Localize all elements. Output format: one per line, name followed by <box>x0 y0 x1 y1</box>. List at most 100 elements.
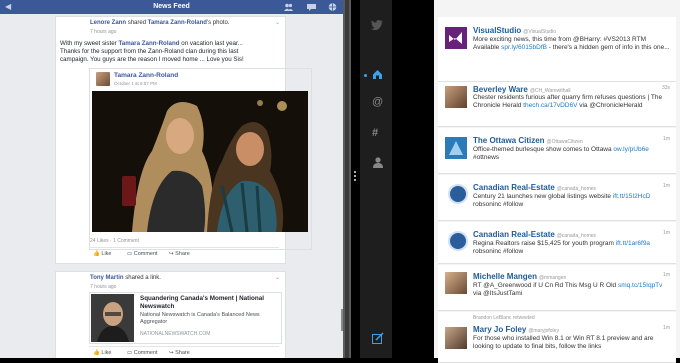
avatar[interactable] <box>445 27 467 49</box>
shared-owner-name[interactable]: Tamara Zann-Roland <box>114 72 178 79</box>
tweet-name[interactable]: The Ottawa Citizen <box>473 136 545 145</box>
mentions-icon[interactable]: @ <box>372 97 383 108</box>
tweet-link[interactable]: spr.ly/6015bDfB <box>501 44 547 51</box>
tweet-time: 1m <box>663 230 670 236</box>
tweet-name[interactable]: Beverley Ware <box>473 85 528 94</box>
tweet-link[interactable]: ift.tt/15I2HcD <box>613 193 651 200</box>
link-title[interactable]: Squandering Canada's Moment | National N… <box>140 295 278 310</box>
post-actions: 👍 Like ▭ Comment ↪ Share <box>89 346 279 358</box>
tweet[interactable]: The Ottawa Citizen @OttawaCitizen 1m Off… <box>438 128 676 174</box>
facebook-pane: ◀ News Feed Lenore Zann shared Tamara Za… <box>0 0 343 358</box>
active-indicator <box>364 74 367 77</box>
chevron-down-icon[interactable]: ⌄ <box>275 19 280 26</box>
tweet-author[interactable]: The Ottawa Citizen @OttawaCitizen <box>473 136 583 145</box>
link-description: National Newswatch is Canada's Balanced … <box>140 312 260 325</box>
tweet[interactable]: Michelle Mangen @mmangen 1m RT @A_Greenw… <box>438 265 676 311</box>
tweet-link[interactable]: thech.ca/17vDD6V <box>523 102 577 109</box>
post-counts[interactable]: 24 Likes · 1 Comment <box>90 238 139 244</box>
compose-icon[interactable] <box>372 332 384 346</box>
share-button[interactable]: ↪ Share <box>169 251 190 257</box>
post-owner[interactable]: Tamara Zann-Roland <box>148 20 207 26</box>
photo[interactable] <box>92 91 308 232</box>
tweet-link[interactable]: ow.ly/pUb6e <box>613 146 648 153</box>
tweet-text-part: Regina Realtors raise $15,425 for youth … <box>473 240 616 247</box>
tweet-handle[interactable]: @mmangen <box>539 275 566 281</box>
tweet-name[interactable]: Canadian Real-Estate <box>473 183 555 192</box>
split-grip[interactable] <box>353 170 358 184</box>
split-handle[interactable] <box>345 0 349 358</box>
shared-photo-card[interactable]: Tamara Zann-Roland October 1 at 6:57 PM <box>89 68 312 250</box>
tweet-text: More exciting news, this time from @BHar… <box>473 36 671 52</box>
link-thumbnail <box>91 294 134 342</box>
tweet-timeline: VisualStudio @VisualStudio More exciting… <box>434 0 680 363</box>
comment-icon: ▭ <box>127 350 133 356</box>
post-actor[interactable]: Lenore Zann <box>90 20 126 26</box>
profile-icon[interactable] <box>373 157 383 170</box>
tweet[interactable]: Canadian Real-Estate @canada_homes 1m Re… <box>438 222 676 264</box>
messages-icon[interactable] <box>307 3 316 11</box>
post-time[interactable]: 7 hours ago <box>90 29 116 35</box>
avatar[interactable] <box>448 184 468 204</box>
tweet-handle[interactable]: @maryjofoley <box>528 328 559 334</box>
home-icon[interactable] <box>372 69 383 82</box>
avatar[interactable] <box>448 231 468 251</box>
post-time[interactable]: 7 hours ago <box>90 284 116 290</box>
post-verb: shared <box>127 20 147 26</box>
tweet-name[interactable]: Michelle Mangen <box>473 272 537 281</box>
tweet-text: Century 21 launches new global listings … <box>473 193 671 209</box>
like-button[interactable]: 👍 Like <box>93 251 111 257</box>
tweet-author[interactable]: VisualStudio @VisualStudio <box>473 26 556 35</box>
avatar[interactable] <box>445 272 467 294</box>
share-button[interactable]: ↪ Share <box>169 350 190 356</box>
tweet-link[interactable]: ift.tt/1ar6f9a <box>616 240 650 247</box>
tweet[interactable]: Brandon LeBlanc retweeted Mary Jo Foley … <box>438 312 676 363</box>
tweet-name[interactable]: Canadian Real-Estate <box>473 230 555 239</box>
tweet-text-part: via @ItsJustTami <box>473 290 523 297</box>
avatar[interactable] <box>445 86 467 108</box>
hashtag-icon[interactable]: # <box>372 128 378 139</box>
tweet-time: 1m <box>663 272 670 278</box>
friends-icon[interactable] <box>284 3 293 11</box>
like-icon: 👍 <box>93 251 100 257</box>
like-icon: 👍 <box>93 350 100 356</box>
tweet[interactable]: Canadian Real-Estate @canada_homes 1m Ce… <box>438 175 676 221</box>
comment-button[interactable]: ▭ Comment <box>127 350 158 356</box>
tweet[interactable]: Beverley Ware @CH_Warewithall 33s Cheste… <box>438 82 676 127</box>
tweet-handle[interactable]: @OttawaCitizen <box>547 139 583 145</box>
tweet-handle[interactable]: @canada_homes <box>557 186 596 192</box>
like-label: Like <box>101 251 112 257</box>
tweet-name[interactable]: Mary Jo Foley <box>473 325 526 334</box>
split-divider[interactable] <box>343 0 351 358</box>
tweet-link[interactable]: smq.tc/15IqpTv <box>618 282 662 289</box>
post-text-mention[interactable]: Tamara Zann-Roland <box>118 40 179 47</box>
post-actor[interactable]: Tony Martin <box>90 275 124 281</box>
tweet-text-part: Century 21 launches new global listings … <box>473 193 613 200</box>
avatar[interactable] <box>445 137 467 159</box>
tweet-text-part: robsoninc #follow <box>473 201 524 208</box>
globe-icon[interactable] <box>328 3 337 11</box>
tweet[interactable]: VisualStudio @VisualStudio More exciting… <box>438 17 676 82</box>
tweet-text: Chester residents furious after quarry f… <box>473 94 671 110</box>
tweet-author[interactable]: Canadian Real-Estate @canada_homes <box>473 230 596 239</box>
tweet-author[interactable]: Canadian Real-Estate @canada_homes <box>473 183 596 192</box>
tweet-text-part: RT @A_Greenwood if U Cn Rd This Msg U R … <box>473 282 618 289</box>
tweet-handle[interactable]: @VisualStudio <box>523 29 556 35</box>
tweet-time: 33s <box>661 85 670 91</box>
tweet-name[interactable]: VisualStudio <box>473 26 521 35</box>
like-label: Like <box>101 350 112 356</box>
post-verb: shared a link. <box>125 275 161 281</box>
tweet-author[interactable]: Michelle Mangen @mmangen <box>473 272 566 281</box>
post-text-line: Thanks for the support from the Zann-Rol… <box>60 48 239 55</box>
tweet-author[interactable]: Mary Jo Foley @maryjofoley <box>473 325 559 334</box>
tweet-author[interactable]: Beverley Ware @CH_Warewithall <box>473 85 571 94</box>
avatar[interactable] <box>445 327 467 349</box>
shared-time: October 1 at 6:57 PM <box>114 81 157 86</box>
chevron-down-icon[interactable]: ⌄ <box>275 274 280 281</box>
avatar[interactable] <box>96 72 110 86</box>
comment-button[interactable]: ▭ Comment <box>127 251 158 257</box>
like-button[interactable]: 👍 Like <box>93 350 111 356</box>
tweet-text: For those who installed Win 8.1 or Win R… <box>473 335 654 350</box>
tweet-handle[interactable]: @canada_homes <box>557 233 596 239</box>
link-preview[interactable]: Squandering Canada's Moment | National N… <box>89 292 282 344</box>
tweet-time: 1m <box>663 136 670 142</box>
